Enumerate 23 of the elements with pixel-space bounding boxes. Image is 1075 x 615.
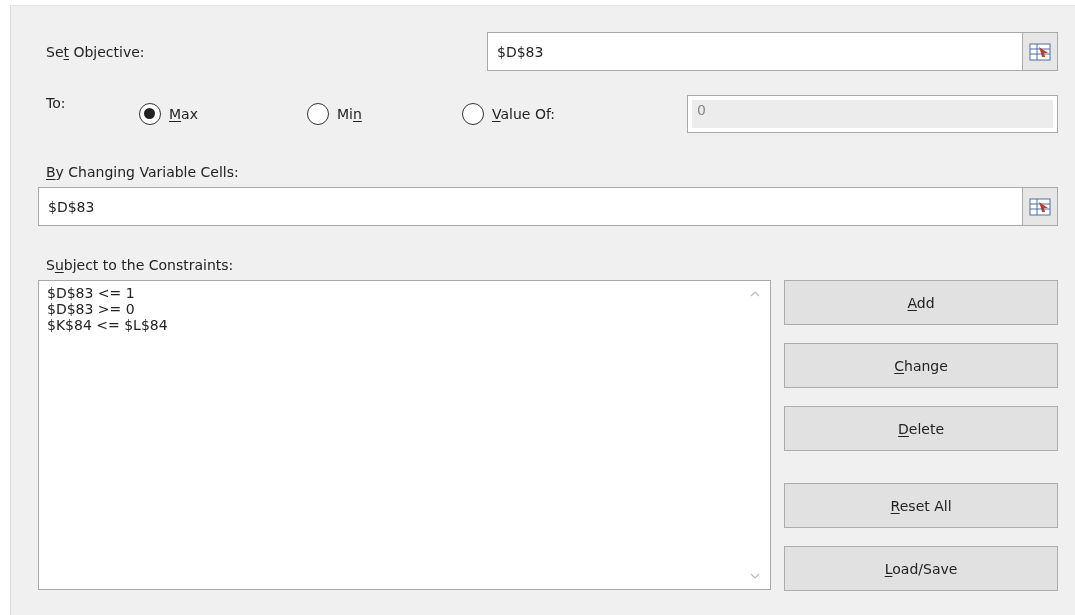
dialog-button[interactable]: Reset All: [784, 483, 1058, 528]
field-label: Subject to the Constraints:: [46, 257, 235, 273]
constraints-list[interactable]: $D$83 <= 1 $D$83 >= 0 $K$84 <= $L$84: [38, 280, 772, 590]
objective-field[interactable]: $D$83: [487, 32, 1023, 71]
radio-circle[interactable]: [139, 103, 161, 125]
variable-cells-field[interactable]: $D$83: [38, 187, 1023, 226]
radio-circle[interactable]: [307, 103, 329, 125]
dialog-button[interactable]: Delete: [784, 406, 1058, 451]
dialog-button[interactable]: Load/Save: [784, 546, 1058, 591]
radio-circle[interactable]: [462, 103, 484, 125]
dialog-button[interactable]: Change: [784, 343, 1058, 388]
constraint-item[interactable]: $K$84 <= $L$84: [47, 317, 168, 333]
dialog-button[interactable]: Add: [784, 280, 1058, 325]
field-label: Set Objective:: [46, 43, 146, 60]
field-label: To:: [46, 95, 67, 111]
radio-option[interactable]: Value Of:: [462, 103, 687, 125]
constraint-item[interactable]: $D$83 <= 1: [47, 285, 135, 301]
constraint-item[interactable]: $D$83 >= 0: [47, 301, 135, 317]
radio-option[interactable]: Max: [139, 103, 307, 125]
radio-option[interactable]: Min: [307, 103, 462, 125]
range-select-button[interactable]: [1023, 187, 1058, 226]
field-label: By Changing Variable Cells:: [46, 164, 240, 180]
range-select-button[interactable]: [1023, 32, 1058, 71]
